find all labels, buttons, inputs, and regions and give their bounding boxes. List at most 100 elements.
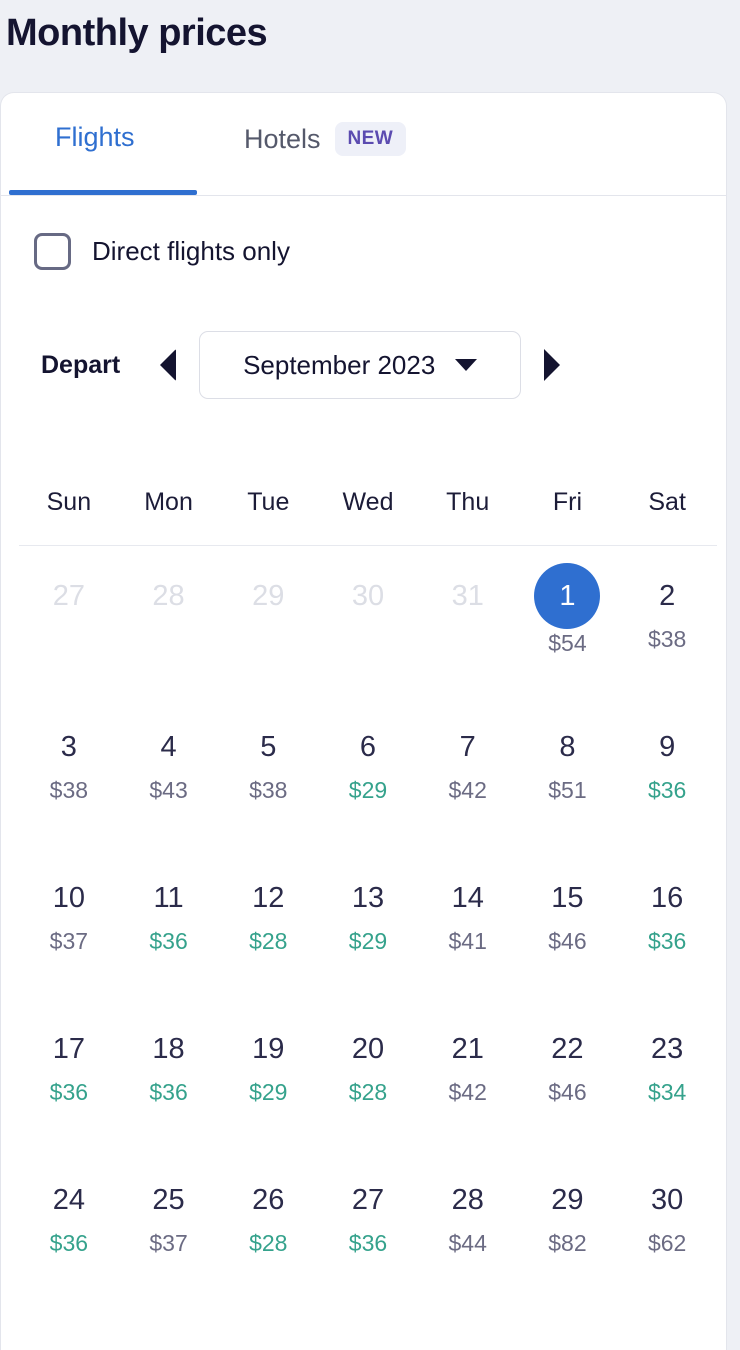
calendar-day-price: $42: [448, 777, 487, 803]
calendar-day-price: $29: [348, 928, 388, 954]
weekday-header-thu: Thu: [446, 488, 490, 516]
calendar-day-price: $28: [249, 1230, 288, 1256]
calendar-day-price: $34: [647, 1079, 687, 1105]
prices-card: Flights Hotels NEW Direct flights only D…: [0, 92, 727, 1350]
calendar-day-price: $29: [348, 777, 388, 803]
calendar-day-number: 28: [152, 580, 185, 612]
calendar-day-cell[interactable]: 26 $28: [218, 1150, 318, 1301]
status-badge-new: NEW: [334, 122, 407, 156]
calendar-day-price: $36: [49, 1230, 89, 1256]
calendar-day-price: $43: [149, 777, 188, 803]
calendar-day-price: $36: [149, 1079, 188, 1105]
calendar-day-cell[interactable]: 7 $42: [418, 697, 518, 848]
caret-down-icon: [455, 359, 478, 371]
calendar-day-number: 11: [153, 882, 184, 914]
tab-flights-label: Flights: [55, 122, 135, 152]
calendar-day-number: 30: [651, 1184, 684, 1216]
weekday-header-mon: Mon: [144, 488, 193, 516]
calendar-day-cell[interactable]: 12 $28: [218, 848, 318, 999]
calendar-day-cell: 29: [218, 546, 318, 697]
calendar-day-number: 10: [52, 882, 85, 914]
calendar-weeks: 27 28 29 30 31 1 $54 2 $38 3 $38 4 $43 5 $38 6 $29 7 $42 8 $…: [19, 546, 717, 1301]
next-month-button[interactable]: [535, 345, 569, 385]
calendar-day-cell[interactable]: 20 $28: [318, 999, 418, 1150]
calendar-day-price: $41: [448, 928, 487, 954]
calendar-day-cell: 31: [418, 546, 518, 697]
depart-label: Depart: [41, 350, 121, 379]
calendar-day-price: $36: [647, 928, 687, 954]
calendar-day-number: 16: [651, 882, 684, 914]
calendar-day-cell[interactable]: 11 $36: [119, 848, 219, 999]
calendar-day-number: 20: [351, 1033, 385, 1065]
calendar-day-cell[interactable]: 25 $37: [119, 1150, 219, 1301]
calendar-day-number: 6: [359, 731, 377, 763]
calendar-day-cell[interactable]: 14 $41: [418, 848, 518, 999]
calendar-day-cell[interactable]: 6 $29: [318, 697, 418, 848]
tab-hotels[interactable]: Hotels NEW: [244, 122, 407, 156]
calendar-day-cell[interactable]: 24 $36: [19, 1150, 119, 1301]
calendar-day-price: $37: [149, 1230, 188, 1256]
calendar-day-price: $36: [348, 1230, 388, 1256]
calendar-day-cell[interactable]: 22 $46: [518, 999, 618, 1150]
calendar-day-cell[interactable]: 19 $29: [218, 999, 318, 1150]
calendar-day-price: $37: [49, 928, 89, 954]
calendar-day-price: $54: [548, 630, 587, 656]
calendar-day-cell[interactable]: 1 $54: [518, 546, 618, 697]
calendar-day-price: $29: [249, 1079, 288, 1105]
calendar-day-number: 4: [160, 731, 177, 763]
calendar-day-number: 1: [534, 563, 601, 629]
calendar-day-cell[interactable]: 10 $37: [19, 848, 119, 999]
calendar-day-number: 7: [459, 731, 476, 763]
calendar-day-price: $44: [448, 1230, 487, 1256]
calendar-day-number: 30: [351, 580, 385, 612]
tab-flights[interactable]: Flights: [55, 122, 135, 153]
calendar-day-cell[interactable]: 28 $44: [418, 1150, 518, 1301]
calendar-day-number: 26: [252, 1184, 285, 1216]
month-selector-row: Depart September 2023: [41, 331, 569, 399]
weekday-header-sun: Sun: [46, 488, 92, 516]
calendar-day-cell[interactable]: 8 $51: [518, 697, 618, 848]
calendar-day-price: $36: [49, 1079, 89, 1105]
triangle-left-icon: [160, 349, 177, 381]
calendar-day-cell[interactable]: 27 $36: [318, 1150, 418, 1301]
month-dropdown[interactable]: September 2023: [199, 331, 522, 399]
calendar-day-number: 5: [260, 731, 277, 763]
calendar-week-row: 27 28 29 30 31 1 $54 2 $38: [19, 546, 717, 697]
direct-flights-only-checkbox[interactable]: [34, 233, 71, 270]
calendar-day-cell[interactable]: 2 $38: [617, 546, 717, 697]
weekday-header-sat: Sat: [648, 488, 686, 516]
calendar-day-cell[interactable]: 5 $38: [218, 697, 318, 848]
direct-flights-only-row[interactable]: Direct flights only: [34, 233, 290, 270]
calendar-day-number: 3: [60, 731, 77, 763]
calendar-day-number: 25: [152, 1184, 185, 1216]
calendar-week-row: 24 $36 25 $37 26 $28 27 $36 28 $44 29 $82 30 $62: [19, 1150, 717, 1301]
calendar-day-cell[interactable]: 16 $36: [617, 848, 717, 999]
calendar-day-cell[interactable]: 4 $43: [119, 697, 219, 848]
calendar-day-cell[interactable]: 9 $36: [617, 697, 717, 848]
calendar-day-cell: 28: [119, 546, 219, 697]
triangle-right-icon: [544, 349, 561, 381]
calendar-day-number: 13: [351, 882, 385, 914]
calendar-day-cell[interactable]: 15 $46: [518, 848, 618, 999]
calendar-day-number: 27: [351, 1184, 385, 1216]
calendar-day-cell[interactable]: 29 $82: [518, 1150, 618, 1301]
calendar-day-price: $62: [647, 1230, 687, 1256]
calendar-day-price: $38: [647, 626, 687, 652]
calendar-day-number: 12: [252, 882, 285, 914]
calendar-day-cell[interactable]: 3 $38: [19, 697, 119, 848]
calendar-week-row: 17 $36 18 $36 19 $29 20 $28 21 $42 22 $46 23 $34: [19, 999, 717, 1150]
calendar-day-number: 24: [52, 1184, 85, 1216]
calendar-day-cell[interactable]: 21 $42: [418, 999, 518, 1150]
calendar-day-number: 17: [52, 1033, 85, 1065]
calendar-day-cell[interactable]: 13 $29: [318, 848, 418, 999]
page-title: Monthly prices: [6, 12, 268, 54]
calendar-day-cell[interactable]: 23 $34: [617, 999, 717, 1150]
calendar-day-cell[interactable]: 18 $36: [119, 999, 219, 1150]
calendar-day-price: $46: [548, 928, 587, 954]
calendar-day-cell[interactable]: 30 $62: [617, 1150, 717, 1301]
calendar-day-number: 15: [551, 882, 584, 914]
prev-month-button[interactable]: [151, 345, 185, 385]
calendar-day-number: 29: [252, 580, 285, 612]
calendar-day-number: 29: [551, 1184, 584, 1216]
calendar-day-cell[interactable]: 17 $36: [19, 999, 119, 1150]
